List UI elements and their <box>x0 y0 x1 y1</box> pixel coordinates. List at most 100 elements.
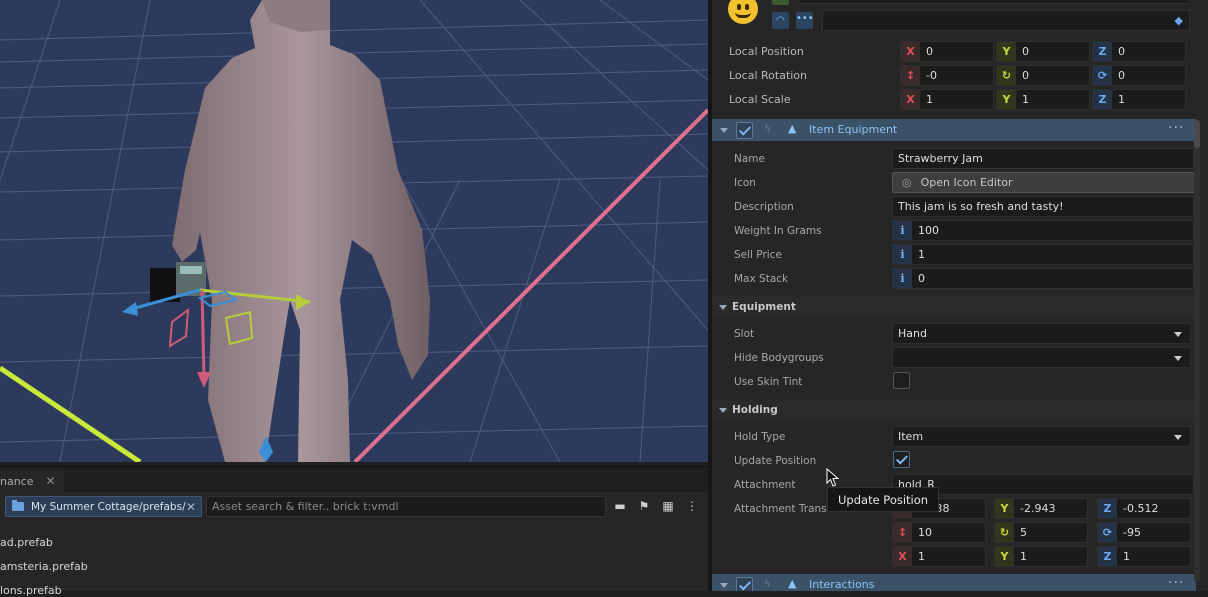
interactions-header[interactable]: ϟ ▲ Interactions ··· <box>712 574 1196 591</box>
component-menu-icon[interactable]: ··· <box>1168 120 1184 136</box>
local-rotation-pitch[interactable]: ↕ -0 <box>900 65 994 86</box>
value: -95 <box>1123 526 1141 539</box>
use-skin-tint-label: Use Skin Tint <box>734 376 803 388</box>
local-scale-z[interactable]: Z1 <box>1092 89 1186 110</box>
info-icon: i <box>893 269 912 288</box>
bookmark-flag-icon[interactable]: ⚑ <box>636 498 652 514</box>
asset-tab-label: nance <box>0 474 34 488</box>
holding-group-header[interactable]: Holding <box>712 399 1194 421</box>
tags-field[interactable]: ◆ <box>822 10 1190 31</box>
scroll-thumb[interactable] <box>1194 120 1200 148</box>
grid-view-icon[interactable]: ▦ <box>660 498 676 514</box>
attachment-rotation-pitch[interactable]: ↕ 10 <box>892 522 986 543</box>
value: 0 <box>1118 69 1125 82</box>
slot-value: Hand <box>898 327 927 340</box>
attachment-rotation-yaw[interactable]: ↻ 5 <box>994 522 1088 543</box>
folder-icon <box>12 500 24 511</box>
equipment-group-header[interactable]: Equipment <box>712 296 1194 318</box>
open-icon-editor-button[interactable]: ◎ Open Icon Editor <box>892 172 1197 193</box>
update-position-checkbox[interactable] <box>893 451 910 468</box>
attachment-scale-y[interactable]: Y1 <box>994 546 1088 567</box>
name-field[interactable]: Strawberry Jam <box>892 148 1194 169</box>
hide-bodygroups-label: Hide Bodygroups <box>734 352 824 364</box>
object-name-field[interactable]: jar_jam <box>798 0 1190 4</box>
component-enabled-checkbox[interactable] <box>736 577 753 591</box>
path-breadcrumb[interactable]: My Summer Cottage/prefabs/items/ ✕ <box>5 496 202 517</box>
attachment-scale-z[interactable]: Z1 <box>1097 546 1191 567</box>
value: -0 <box>926 69 937 82</box>
component-menu-icon[interactable]: ··· <box>1168 575 1184 591</box>
attachment-position-y[interactable]: Y -2.943 <box>994 498 1088 519</box>
sell-price-value: 1 <box>918 248 925 261</box>
mouse-cursor-icon <box>826 468 840 487</box>
value: 10 <box>918 526 932 539</box>
asset-tab[interactable]: nance ✕ <box>0 470 64 492</box>
y-axis-badge: Y <box>995 499 1014 518</box>
pitch-icon: ↕ <box>901 66 920 85</box>
max-stack-field[interactable]: i0 <box>892 268 1194 289</box>
y-axis-badge: Y <box>997 42 1016 61</box>
hold-type-label: Hold Type <box>734 431 786 443</box>
local-position-y[interactable]: Y0 <box>996 41 1090 62</box>
component-icon: ▲ <box>788 122 797 135</box>
roll-icon: ⟳ <box>1093 66 1112 85</box>
chevron-down-icon[interactable] <box>719 305 727 310</box>
slot-dropdown[interactable]: Hand <box>892 323 1191 344</box>
description-field[interactable]: This jam is so fresh and tasty! <box>892 196 1194 217</box>
scene-viewport[interactable] <box>0 0 708 462</box>
asset-browser: nance ✕ My Summer Cottage/prefabs/items/… <box>0 466 708 597</box>
holding-group-title: Holding <box>732 404 778 416</box>
local-rotation-roll[interactable]: ⟳ 0 <box>1092 65 1186 86</box>
list-item[interactable]: ad.prefab <box>0 536 53 549</box>
value: 1 <box>1020 550 1027 563</box>
chevron-down-icon[interactable] <box>720 583 728 588</box>
local-scale-x[interactable]: X1 <box>900 89 994 110</box>
hold-type-dropdown[interactable]: Item <box>892 426 1191 447</box>
weight-value: 100 <box>918 224 939 237</box>
local-position-z[interactable]: Z0 <box>1092 41 1186 62</box>
open-folder-icon[interactable]: ▬ <box>612 498 628 514</box>
value: 0 <box>1022 69 1029 82</box>
close-icon[interactable]: ✕ <box>46 474 56 488</box>
hide-bodygroups-dropdown[interactable] <box>892 347 1191 368</box>
clear-path-icon[interactable]: ✕ <box>186 500 196 514</box>
chevron-down-icon[interactable] <box>719 408 727 413</box>
inspector-scrollbar[interactable] <box>1194 120 1200 582</box>
list-item[interactable]: amsteria.prefab <box>0 560 88 573</box>
attachment-position-z[interactable]: Z -0.512 <box>1097 498 1191 519</box>
more-options-icon[interactable]: ⋮ <box>684 498 700 514</box>
local-position-x[interactable]: X0 <box>900 41 994 62</box>
lightning-icon[interactable]: ϟ <box>764 122 771 135</box>
attachment-scale-x[interactable]: X1 <box>892 546 986 567</box>
x-axis-badge: X <box>901 90 920 109</box>
icon-label: Icon <box>734 177 756 189</box>
lightning-icon[interactable]: ϟ <box>764 577 771 590</box>
pitch-icon: ↕ <box>893 523 912 542</box>
more-dots-icon[interactable]: ••• <box>796 12 814 29</box>
z-axis-badge: Z <box>1093 42 1112 61</box>
local-rotation-label: Local Rotation <box>729 69 808 82</box>
sell-price-field[interactable]: i1 <box>892 244 1194 265</box>
local-scale-y[interactable]: Y1 <box>996 89 1090 110</box>
chevron-down-icon[interactable] <box>720 128 728 133</box>
path-text: My Summer Cottage/prefabs/items/ <box>31 500 186 513</box>
value: 0 <box>1022 45 1029 58</box>
use-skin-tint-checkbox[interactable] <box>893 372 910 389</box>
component-enabled-checkbox[interactable] <box>736 122 753 139</box>
value: -2.943 <box>1020 502 1056 515</box>
inspector-panel: jar_jam ◠ ••• ◆ Local Position X0 Y0 Z0 … <box>712 0 1208 591</box>
weight-field[interactable]: i 100 <box>892 220 1194 241</box>
info-icon: i <box>893 221 912 240</box>
target-icon: ◎ <box>902 176 912 189</box>
item-equipment-header[interactable]: ϟ ▲ Item Equipment ··· <box>712 119 1196 141</box>
asset-search-input[interactable]: Asset search & filter.. brick t:vmdl <box>206 496 606 517</box>
asset-tabbar: nance ✕ <box>0 467 708 492</box>
network-icon[interactable]: ◠ <box>772 12 789 29</box>
local-position-label: Local Position <box>729 45 804 58</box>
local-rotation-yaw[interactable]: ↻ 0 <box>996 65 1090 86</box>
max-stack-value: 0 <box>918 272 925 285</box>
x-axis-badge: X <box>893 547 912 566</box>
attachment-rotation-roll[interactable]: ⟳ -95 <box>1097 522 1191 543</box>
scene-render[interactable] <box>0 0 708 462</box>
enabled-toggle-icon[interactable] <box>772 0 789 5</box>
